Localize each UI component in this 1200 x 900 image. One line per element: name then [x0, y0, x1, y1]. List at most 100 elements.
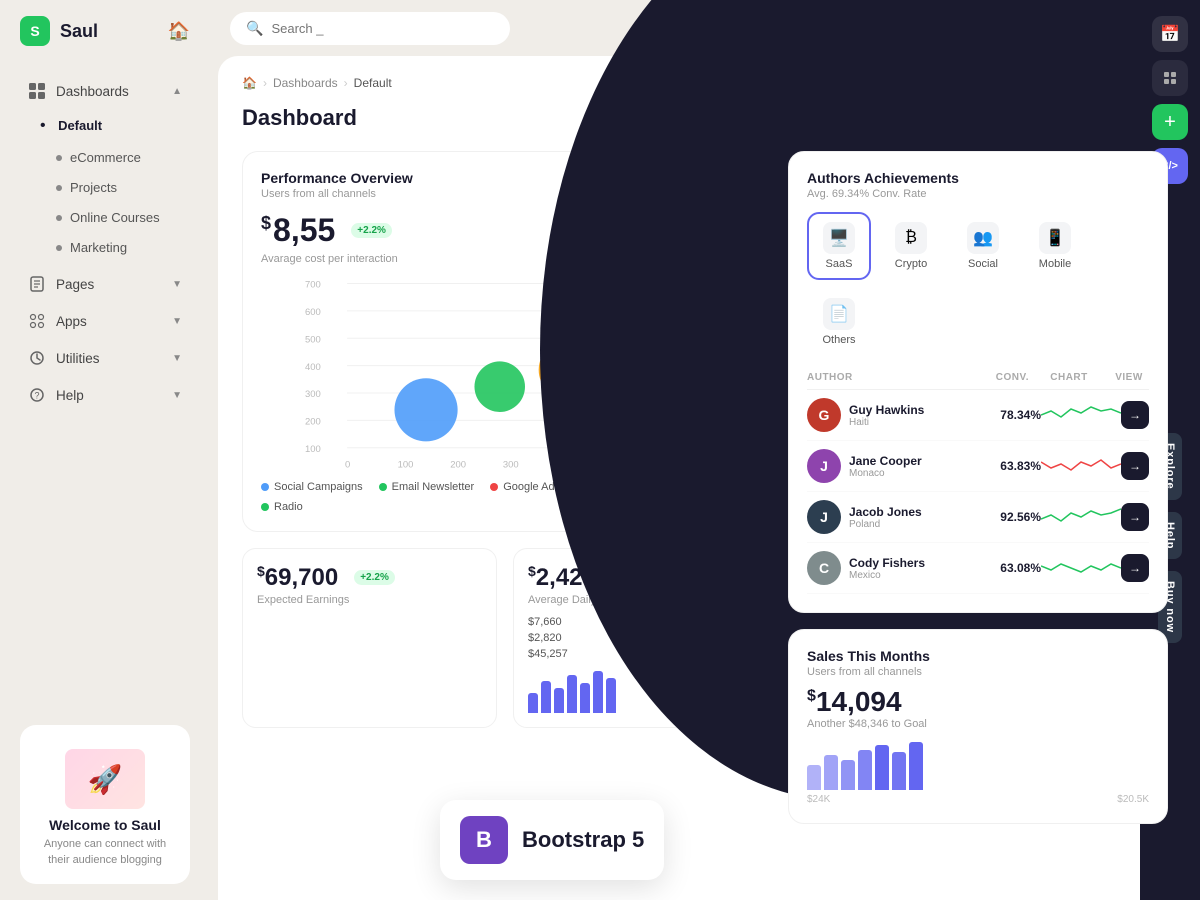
author-row-2: J Jacob Jones Poland 92.56% — [807, 492, 1149, 543]
notification-btn[interactable]: 🔔 — [1056, 10, 1092, 46]
sidebar-item-marketing[interactable]: Marketing — [8, 233, 202, 262]
breadcrumb-current: Default — [354, 76, 392, 90]
svg-text:0: 0 — [345, 460, 350, 471]
add-panel-btn[interactable]: + — [1152, 104, 1188, 140]
tab-social[interactable]: 👥 Social — [951, 212, 1015, 280]
sales-y-label-0: $24K — [807, 794, 830, 805]
sidebar-item-apps[interactable]: Apps ▼ — [8, 303, 202, 339]
default-label: Default — [58, 118, 102, 133]
help-label: Help — [56, 388, 84, 403]
bubble-ads — [680, 369, 720, 409]
apps-label: Apps — [56, 314, 87, 329]
notifications-panel-btn[interactable] — [1152, 60, 1188, 96]
earnings-card: $69,700 +2.2% Expected Earnings — [242, 548, 497, 728]
sidebar-item-pages[interactable]: Pages ▼ — [8, 266, 202, 302]
mobile-icon: 📱 — [1039, 222, 1071, 254]
tab-month[interactable]: Month — [641, 170, 694, 192]
sidebar-item-help[interactable]: ? Help ▼ — [8, 377, 202, 413]
performance-subtitle: Users from all channels — [261, 188, 413, 200]
bubble-social — [394, 378, 457, 441]
author-view-btn-3[interactable]: → — [1121, 554, 1149, 582]
apps-icon — [28, 312, 46, 330]
online-courses-dot — [56, 215, 62, 221]
author-country-2: Poland — [849, 519, 922, 530]
sales-bar-chart — [807, 740, 1149, 790]
author-view-btn-0[interactable]: → — [1121, 401, 1149, 429]
tab-saas[interactable]: 🖥️ SaaS — [807, 212, 871, 280]
author-name-0: Guy Hawkins — [849, 403, 924, 417]
mobile-label: Mobile — [1039, 258, 1071, 270]
author-view-btn-1[interactable]: → — [1121, 452, 1149, 480]
search-box[interactable]: 🔍 — [230, 12, 510, 45]
bootstrap-overlay: B Bootstrap 5 — [440, 800, 664, 880]
col-conv: CONV. — [959, 372, 1029, 383]
sales-row-2: $45,257 — [528, 646, 753, 662]
earnings-value: $69,700 — [257, 563, 338, 592]
legend-dot-email — [379, 483, 387, 491]
pages-chevron: ▼ — [172, 279, 182, 290]
author-info-1: J Jane Cooper Monaco — [807, 449, 971, 483]
legend-label-social: Social Campaigns — [274, 481, 363, 493]
sales-row-0: $7,660 — [528, 614, 753, 630]
authors-table-header: AUTHOR CONV. CHART VIEW — [807, 368, 1149, 390]
metric-label: Avarage cost per interaction — [261, 253, 749, 265]
author-conv-1: 63.83% — [971, 459, 1041, 473]
welcome-title: Welcome to Saul — [36, 817, 174, 833]
svg-text:300: 300 — [305, 389, 321, 400]
mini-bar-6 — [593, 671, 603, 713]
sales-goal-text: Another $48,346 to Goal — [807, 718, 1149, 730]
sales-subtitle: Users from all channels — [807, 666, 1149, 678]
authors-subtitle: Avg. 69.34% Conv. Rate — [807, 188, 1149, 200]
calendar-btn[interactable]: 📅 — [1152, 16, 1188, 52]
crypto-icon: ₿ — [895, 222, 927, 254]
sidebar-item-dashboards[interactable]: Dashboards ▲ — [8, 73, 202, 109]
others-label: Others — [822, 334, 855, 346]
pages-icon — [28, 275, 46, 293]
authors-table: AUTHOR CONV. CHART VIEW G Guy Ha — [807, 368, 1149, 594]
author-country-3: Mexico — [849, 570, 925, 581]
tab-crypto[interactable]: ₿ Crypto — [879, 212, 943, 280]
tab-week[interactable]: Week — [699, 170, 749, 192]
svg-text:600: 600 — [305, 307, 321, 318]
sidebar-item-projects[interactable]: Projects — [8, 173, 202, 202]
sales-y-label-1: $20.5K — [1117, 794, 1149, 805]
author-chart-mini-1 — [1041, 454, 1121, 478]
breadcrumb-dashboards[interactable]: Dashboards — [273, 76, 338, 90]
sidebar-item-ecommerce[interactable]: eCommerce — [8, 143, 202, 172]
tab-mobile[interactable]: 📱 Mobile — [1023, 212, 1087, 280]
crypto-label: Crypto — [895, 258, 927, 270]
metric-currency: $ — [261, 213, 271, 233]
svg-text:300: 300 — [503, 460, 519, 471]
mini-bar-5 — [580, 683, 590, 713]
content-wrapper: 🔍 🔔 ≡ 👩 🏠 › Dashboards › Default Dashboa… — [210, 0, 1200, 900]
search-input[interactable] — [271, 21, 471, 36]
sales-bar-7 — [909, 742, 923, 790]
app-name: Saul — [60, 21, 98, 42]
svg-text:700: 700 — [305, 280, 321, 291]
performance-header: Performance Overview Users from all chan… — [261, 170, 749, 200]
sidebar-item-default[interactable]: Default — [8, 110, 202, 142]
legend-dot-social — [261, 483, 269, 491]
tab-others[interactable]: 📄 Others — [807, 288, 871, 356]
bubble-email — [474, 361, 525, 412]
svg-text:400: 400 — [305, 362, 321, 373]
author-avatar-3: C — [807, 551, 841, 585]
sidebar-item-utilities[interactable]: Utilities ▼ — [8, 340, 202, 376]
marketing-dot — [56, 245, 62, 251]
daily-sales-row: $2,420 +2.6% — [528, 563, 753, 592]
daily-sales-value: $2,420 — [528, 563, 596, 592]
author-view-btn-2[interactable]: → — [1121, 503, 1149, 531]
menu-btn[interactable]: ≡ — [1100, 10, 1136, 46]
bubble-chart: 700 600 500 400 300 200 100 0 100 200 — [261, 273, 749, 473]
earnings-currency: $ — [257, 563, 265, 579]
sales-bar-1 — [807, 765, 821, 790]
dash-header: Dashboard Create Project — [242, 100, 1168, 135]
collapse-icon[interactable]: 🏠 — [168, 21, 190, 42]
utilities-label: Utilities — [56, 351, 100, 366]
breadcrumb-home[interactable]: 🏠 — [242, 76, 257, 90]
author-avatar-2: J — [807, 500, 841, 534]
sidebar-item-online-courses[interactable]: Online Courses — [8, 203, 202, 232]
ecommerce-label: eCommerce — [70, 150, 141, 165]
author-row-0: G Guy Hawkins Haiti 78.34% — [807, 390, 1149, 441]
earnings-badge: +2.2% — [354, 570, 395, 585]
